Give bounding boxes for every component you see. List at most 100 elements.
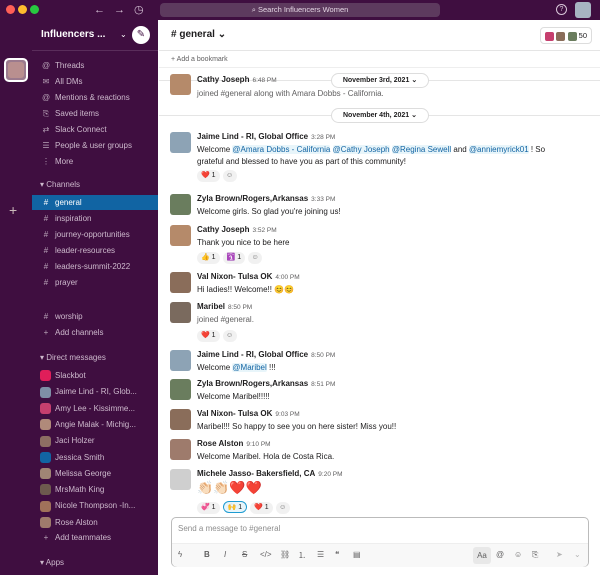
mention[interactable]: @Amara Dobbs - California	[232, 145, 331, 154]
mention[interactable]: @anniemyrick01	[468, 145, 529, 154]
sidebar-dm[interactable]: Jaime Lind - RI, Glob...	[32, 384, 158, 399]
send-options-chevron-icon[interactable]: ⌄	[574, 550, 581, 559]
sidebar-dm[interactable]: MrsMath King	[32, 482, 158, 497]
timestamp[interactable]: 8:51 PM	[311, 381, 335, 388]
back-arrow-icon[interactable]: ←	[94, 3, 105, 17]
message-author[interactable]: Jaime Lind - RI, Global Office 8:50 PM	[197, 350, 335, 359]
reaction-pray[interactable]: 🛐 1	[222, 252, 246, 264]
mention[interactable]: @Cathy Joseph	[332, 145, 390, 154]
timestamp[interactable]: 8:50 PM	[311, 352, 335, 359]
reaction-thumbs-up[interactable]: 👍 1	[197, 252, 220, 264]
close-window-button[interactable]	[6, 5, 15, 14]
sidebar-channel-worship[interactable]: # worship	[32, 309, 158, 324]
workspace-header[interactable]: Influencers ... ⌄ ✎	[32, 20, 158, 51]
timestamp[interactable]: 9:03 PM	[275, 411, 299, 418]
sidebar-dm[interactable]: Amy Lee - Kissimme...	[32, 401, 158, 416]
sidebar-dm[interactable]: Nicole Thompson -In...	[32, 498, 158, 513]
add-workspace-icon[interactable]: +	[9, 202, 17, 218]
timestamp[interactable]: 6:48 PM	[252, 77, 276, 84]
dm-header[interactable]: ▾ Direct messages	[40, 353, 106, 362]
avatar[interactable]	[170, 272, 191, 293]
timestamp[interactable]: 4:00 PM	[275, 274, 299, 281]
sidebar-channel-leader-resources[interactable]: # leader-resources	[32, 243, 158, 258]
timestamp[interactable]: 9:10 PM	[246, 441, 270, 448]
code-block-icon[interactable]: ▤	[353, 550, 361, 559]
message-author[interactable]: Michele Jasso- Bakersfield, CA 9:20 PM	[197, 469, 343, 478]
sidebar-channel-journey-opportunities[interactable]: # journey-opportunities	[32, 227, 158, 242]
forward-arrow-icon[interactable]: →	[114, 3, 125, 17]
bold-icon[interactable]: B	[204, 550, 210, 559]
message-author[interactable]: Jaime Lind - RI, Global Office 3:28 PM	[197, 132, 335, 141]
attachment-icon[interactable]: ⎘	[532, 550, 538, 560]
sidebar-item-more[interactable]: ⋮ More	[32, 154, 158, 169]
add-reaction-icon[interactable]: ☺	[275, 502, 290, 514]
message-author[interactable]: Zyla Brown/Rogers,Arkansas 8:51 PM	[197, 379, 335, 388]
bullet-list-icon[interactable]: ☰	[317, 550, 324, 559]
avatar[interactable]	[170, 469, 191, 490]
message-author[interactable]: Maribel 8:50 PM	[197, 302, 252, 311]
date-pill[interactable]: November 4th, 2021 ⌄	[331, 108, 429, 123]
reaction-heart[interactable]: ❤️ 1	[250, 502, 273, 514]
apps-header[interactable]: ▾ Apps	[40, 558, 64, 567]
blockquote-icon[interactable]: ❝	[335, 550, 339, 559]
reaction-hearts[interactable]: 💞 1	[197, 502, 220, 514]
strikethrough-icon[interactable]: S	[242, 550, 247, 559]
link-icon[interactable]: ⛓	[280, 550, 290, 559]
mention-icon[interactable]: @	[496, 550, 504, 559]
search-bar[interactable]: ⌕ Search Influencers Women	[160, 3, 440, 17]
add-channels-button[interactable]: + Add channels	[32, 325, 158, 340]
message-author[interactable]: Cathy Joseph 6:48 PM	[197, 75, 277, 84]
compose-icon[interactable]: ✎	[132, 26, 150, 44]
sidebar-dm[interactable]: Jessica Smith	[32, 450, 158, 465]
message-author[interactable]: Val Nixon- Tulsa OK 4:00 PM	[197, 272, 300, 281]
avatar[interactable]	[170, 302, 191, 323]
user-avatar[interactable]	[575, 2, 591, 18]
emoji-icon[interactable]: ☺	[514, 550, 522, 559]
timestamp[interactable]: 3:28 PM	[311, 134, 335, 141]
timestamp[interactable]: 3:33 PM	[311, 196, 335, 203]
avatar[interactable]	[170, 194, 191, 215]
sidebar-item-threads[interactable]: @ Threads	[32, 58, 158, 73]
add-bookmark-button[interactable]: + Add a bookmark	[159, 51, 600, 68]
timestamp[interactable]: 3:52 PM	[252, 227, 276, 234]
sidebar-item-all-dms[interactable]: ✉ All DMs	[32, 74, 158, 89]
help-icon[interactable]: ?	[556, 4, 567, 15]
members-button[interactable]: 50	[540, 27, 592, 44]
workspace-name[interactable]: Influencers ...	[41, 29, 105, 40]
add-reaction-icon[interactable]: ☺	[248, 252, 263, 264]
ordered-list-icon[interactable]: ⒈	[298, 550, 306, 561]
code-icon[interactable]: </>	[260, 550, 272, 559]
channel-title[interactable]: # general ⌄	[171, 29, 226, 40]
workspace-icon[interactable]	[4, 58, 28, 82]
add-reaction-icon[interactable]: ☺	[222, 170, 237, 182]
zoom-window-button[interactable]	[30, 5, 39, 14]
avatar[interactable]	[170, 379, 191, 400]
sidebar-dm[interactable]: Slackbot	[32, 368, 158, 383]
minimize-window-button[interactable]	[18, 5, 27, 14]
message-input[interactable]: Send a message to #general	[178, 524, 280, 533]
avatar[interactable]	[170, 132, 191, 153]
send-icon[interactable]: ➤	[556, 550, 563, 559]
date-pill[interactable]: November 3rd, 2021 ⌄	[331, 73, 429, 88]
sidebar-dm[interactable]: Jaci Holzer	[32, 433, 158, 448]
sidebar-item-mentions-reactions[interactable]: @ Mentions & reactions	[32, 90, 158, 105]
add-reaction-icon[interactable]: ☺	[222, 330, 237, 342]
shortcuts-lightning-icon[interactable]: ϟ	[178, 550, 182, 559]
add-teammates-button[interactable]: + Add teammates	[32, 530, 158, 545]
history-clock-icon[interactable]: ◷	[134, 3, 144, 17]
reaction-heart[interactable]: ❤️ 1	[197, 330, 220, 342]
avatar[interactable]	[170, 225, 191, 246]
message-author[interactable]: Val Nixon- Tulsa OK 9:03 PM	[197, 409, 300, 418]
italic-icon[interactable]: I	[224, 550, 226, 559]
mention[interactable]: @Maribel	[232, 363, 267, 372]
message-author[interactable]: Zyla Brown/Rogers,Arkansas 3:33 PM	[197, 194, 335, 203]
sidebar-item-slack-connect[interactable]: ⇄ Slack Connect	[32, 122, 158, 137]
avatar[interactable]	[170, 74, 191, 95]
timestamp[interactable]: 9:20 PM	[318, 471, 342, 478]
avatar[interactable]	[170, 350, 191, 371]
sidebar-channel-prayer[interactable]: # prayer	[32, 275, 158, 290]
message-author[interactable]: Cathy Joseph 3:52 PM	[197, 225, 277, 234]
sidebar-dm[interactable]: Rose Alston	[32, 515, 158, 530]
sidebar-dm[interactable]: Angie Malak - Michig...	[32, 417, 158, 432]
sidebar-item-saved-items[interactable]: ⎘ Saved items	[32, 106, 158, 121]
